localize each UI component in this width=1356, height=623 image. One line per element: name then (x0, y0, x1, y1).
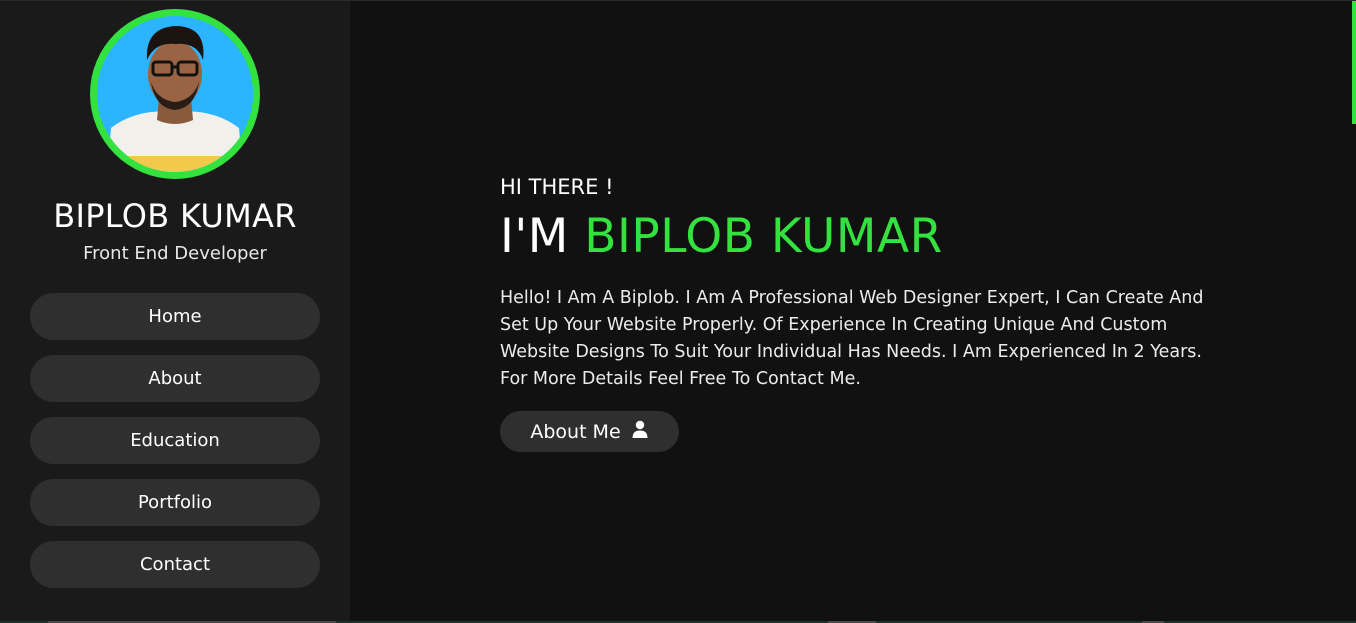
about-me-button-label: About Me (530, 420, 621, 443)
sidebar: BIPLOB KUMAR Front End Developer Home Ab… (0, 1, 350, 622)
hero-intro-prefix: I'M (500, 209, 569, 264)
hero-greeting: HI THERE ! (500, 175, 614, 199)
portfolio-page: BIPLOB KUMAR Front End Developer Home Ab… (0, 0, 1356, 623)
sidebar-role: Front End Developer (83, 243, 267, 264)
avatar (97, 16, 253, 172)
user-icon (631, 420, 649, 443)
scroll-progress-indicator (1352, 1, 1356, 124)
about-me-button[interactable]: About Me (500, 411, 679, 452)
nav-item-about[interactable]: About (30, 355, 320, 402)
nav-item-portfolio[interactable]: Portfolio (30, 479, 320, 526)
hero-section: HI THERE ! I'M BIPLOB KUMAR Hello! I Am … (350, 1, 1350, 622)
profile-avatar-ring (90, 9, 260, 179)
nav-item-home[interactable]: Home (30, 293, 320, 340)
hero-bio: Hello! I Am A Biplob. I Am A Professiona… (500, 288, 1204, 389)
hero-intro-name: BIPLOB KUMAR (584, 209, 943, 264)
nav-item-contact[interactable]: Contact (30, 541, 320, 588)
sidebar-name: BIPLOB KUMAR (53, 197, 297, 235)
profile-photo (97, 16, 253, 172)
sidebar-nav: Home About Education Portfolio Contact (30, 293, 320, 603)
nav-item-education[interactable]: Education (30, 417, 320, 464)
hero-headline: I'M BIPLOB KUMAR (500, 209, 943, 264)
